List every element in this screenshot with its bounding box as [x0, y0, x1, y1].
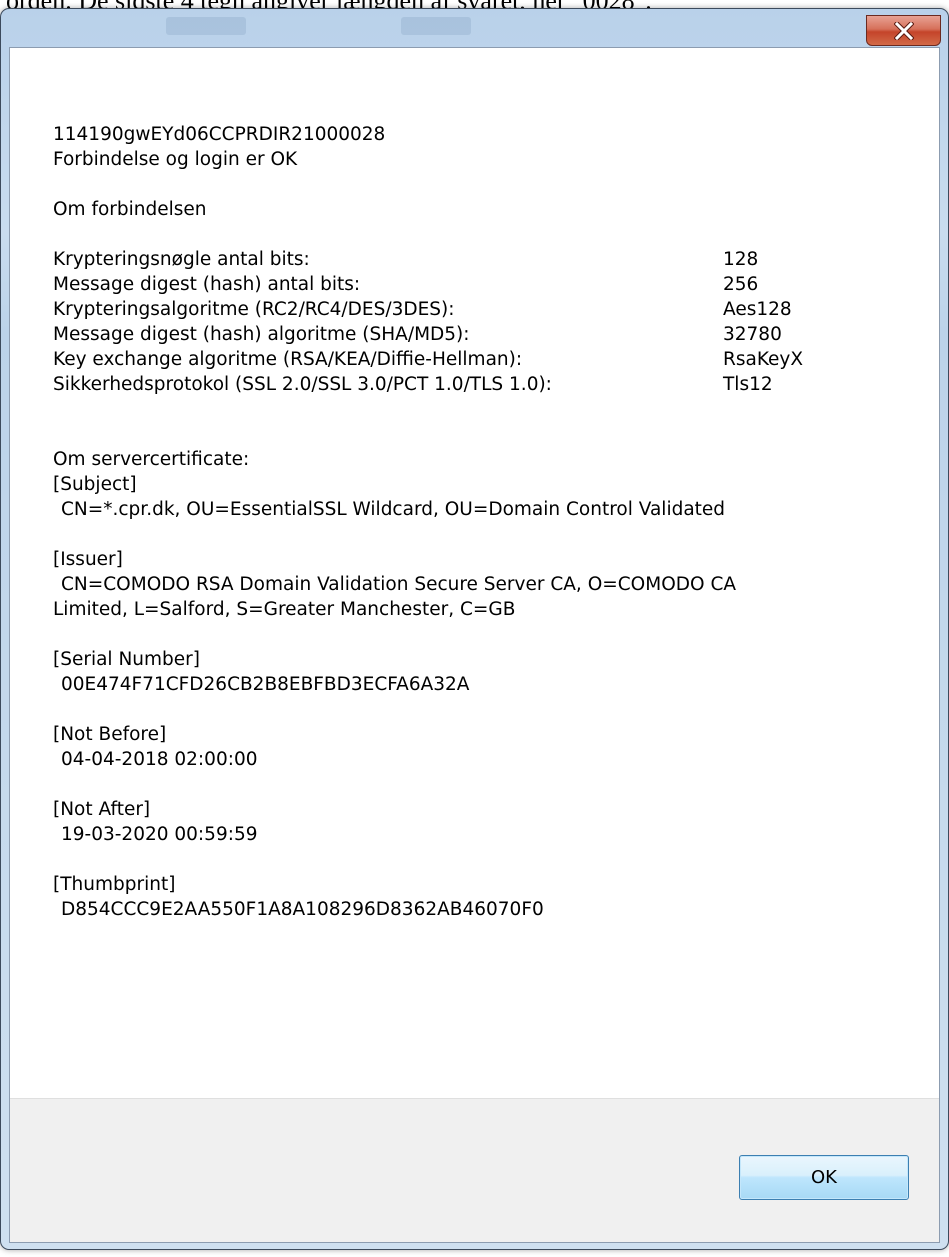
status-text: Forbindelse og login er OK [53, 149, 298, 170]
dialog-client-area: 114190gwEYd06CCPRDIR21000028 Forbindelse… [9, 47, 940, 1243]
thumbprint-label: [Thumbprint] [53, 874, 176, 895]
connection-label: Sikkerhedsprotokol (SSL 2.0/SSL 3.0/PCT … [53, 374, 552, 395]
connection-row: Message digest (hash) algoritme (SHA/MD5… [53, 322, 933, 347]
not-before-value: 04-04-2018 02:00:00 [61, 749, 258, 770]
connection-row: Krypteringsalgoritme (RC2/RC4/DES/3DES):… [53, 297, 933, 322]
issuer-value-continued: Limited, L=Salford, S=Greater Manchester… [53, 599, 516, 620]
connection-value: 128 [723, 249, 759, 270]
connection-value: 256 [723, 274, 759, 295]
not-after-label: [Not After] [53, 799, 151, 820]
subject-label: [Subject] [53, 474, 137, 495]
close-button[interactable] [866, 15, 941, 46]
thumbprint-value: D854CCC9E2AA550F1A8A108296D8362AB46070F0 [61, 899, 544, 920]
connection-heading: Om forbindelsen [53, 199, 207, 220]
serial-number-value: 00E474F71CFD26CB2B8EBFBD3ECFA6A32A [61, 674, 470, 695]
response-code: 114190gwEYd06CCPRDIR21000028 [53, 124, 386, 145]
connection-value: 32780 [723, 324, 782, 345]
connection-label: Message digest (hash) algoritme (SHA/MD5… [53, 324, 470, 345]
connection-value: Aes128 [723, 299, 792, 320]
button-panel: OK [10, 1098, 939, 1242]
close-icon [893, 21, 914, 40]
dialog-titlebar[interactable] [1, 9, 948, 46]
connection-row: Sikkerhedsprotokol (SSL 2.0/SSL 3.0/PCT … [53, 372, 933, 397]
connection-label: Message digest (hash) antal bits: [53, 274, 361, 295]
connection-label: Krypteringsalgoritme (RC2/RC4/DES/3DES): [53, 299, 455, 320]
connection-row: Message digest (hash) antal bits: 256 [53, 272, 933, 297]
certificate-heading: Om servercertificate: [53, 449, 250, 470]
not-before-label: [Not Before] [53, 724, 167, 745]
titlebar-reflection [401, 17, 471, 35]
connection-label: Krypteringsnøgle antal bits: [53, 249, 310, 270]
connection-value: Tls12 [723, 374, 773, 395]
connection-row: Krypteringsnøgle antal bits: 128 [53, 247, 933, 272]
connection-row: Key exchange algoritme (RSA/KEA/Diffie-H… [53, 347, 933, 372]
subject-value: CN=*.cpr.dk, OU=EssentialSSL Wildcard, O… [61, 499, 726, 520]
message-text: 114190gwEYd06CCPRDIR21000028 Forbindelse… [53, 122, 933, 922]
issuer-label: [Issuer] [53, 549, 123, 570]
connection-label: Key exchange algoritme (RSA/KEA/Diffie-H… [53, 349, 523, 370]
message-dialog: 114190gwEYd06CCPRDIR21000028 Forbindelse… [0, 8, 949, 1250]
ok-button[interactable]: OK [739, 1155, 909, 1200]
serial-number-label: [Serial Number] [53, 649, 200, 670]
titlebar-reflection [166, 17, 246, 35]
connection-value: RsaKeyX [723, 349, 804, 370]
not-after-value: 19-03-2020 00:59:59 [61, 824, 258, 845]
issuer-value: CN=COMODO RSA Domain Validation Secure S… [61, 574, 737, 595]
